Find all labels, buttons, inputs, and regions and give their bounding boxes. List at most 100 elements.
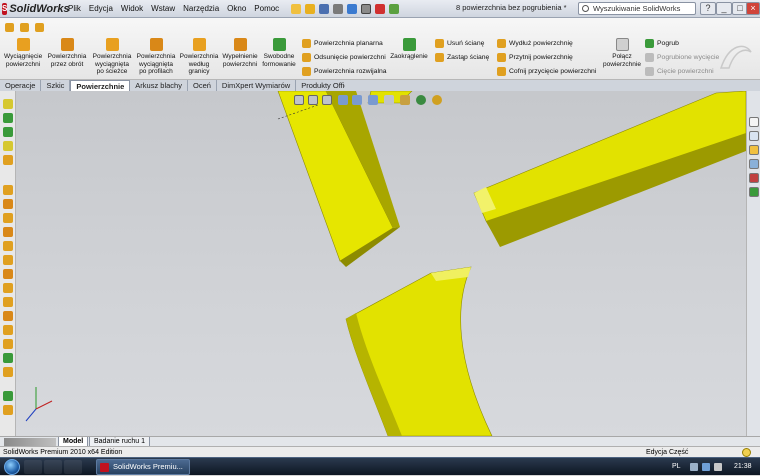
sweep-tool-icon[interactable] bbox=[3, 213, 13, 223]
boundary-tool-icon[interactable] bbox=[3, 241, 13, 251]
replace-face-tool-icon[interactable] bbox=[3, 339, 13, 349]
open-folder-icon[interactable] bbox=[305, 3, 316, 14]
help-status-icon[interactable] bbox=[742, 448, 751, 457]
extend-tool-icon[interactable] bbox=[3, 311, 13, 321]
loft-surface-button[interactable]: Powierzchnia wyciągnięta po profilach bbox=[134, 38, 178, 76]
line-icon[interactable] bbox=[3, 113, 13, 123]
extrude-small-icon[interactable] bbox=[20, 23, 29, 32]
trim-tool-icon[interactable] bbox=[3, 297, 13, 307]
extrude-surface-button[interactable]: Wyciągnięcie powierzchni bbox=[4, 38, 42, 68]
point-icon[interactable] bbox=[3, 99, 13, 109]
close-button[interactable]: × bbox=[746, 2, 760, 15]
tab-evaluate[interactable]: Oceń bbox=[188, 80, 217, 91]
fill-tool-icon[interactable] bbox=[3, 255, 13, 265]
planar-icon[interactable] bbox=[5, 23, 14, 32]
tab-dimxpert[interactable]: DimXpert Wymiarów bbox=[217, 80, 297, 91]
volume-icon[interactable] bbox=[714, 463, 722, 471]
loft-tool-icon[interactable] bbox=[3, 227, 13, 237]
tab-scroll-arrows[interactable] bbox=[4, 438, 56, 446]
surface-cut-button[interactable]: Cięcie powierzchni bbox=[645, 67, 714, 76]
network-icon[interactable] bbox=[702, 463, 710, 471]
select-arrow-icon[interactable] bbox=[361, 3, 372, 14]
thickened-cut-button[interactable]: Pogrubione wycięcie bbox=[645, 53, 719, 62]
offset-tool-icon[interactable] bbox=[3, 269, 13, 279]
print-icon[interactable] bbox=[333, 3, 344, 14]
fillet-tool-icon[interactable] bbox=[3, 353, 13, 363]
quicklaunch-explorer-icon[interactable] bbox=[44, 460, 62, 474]
design-library-icon[interactable] bbox=[749, 131, 759, 141]
file-explorer-icon[interactable] bbox=[749, 145, 759, 155]
freeform-button[interactable]: Swobodne formowanie bbox=[260, 38, 298, 68]
new-document-icon[interactable] bbox=[291, 3, 302, 14]
delete-face-tool-icon[interactable] bbox=[3, 325, 13, 335]
trim-surface-button[interactable]: Przytnij powierzchnię bbox=[497, 53, 573, 62]
view-palette-icon[interactable] bbox=[749, 159, 759, 169]
undo-icon[interactable] bbox=[347, 3, 358, 14]
start-button-icon[interactable] bbox=[4, 459, 20, 475]
rebuild-icon[interactable] bbox=[375, 3, 386, 14]
tab-surfaces[interactable]: Powierzchnie bbox=[70, 80, 131, 91]
clock[interactable]: 21:38 bbox=[734, 458, 752, 476]
plane-icon[interactable] bbox=[3, 155, 13, 165]
tab-features[interactable]: Operacje bbox=[0, 80, 42, 91]
menu-edit[interactable]: Edycja bbox=[85, 0, 117, 18]
tab-sheet-metal[interactable]: Arkusz blachy bbox=[130, 80, 188, 91]
language-indicator[interactable]: PL bbox=[672, 458, 681, 476]
appearances-icon[interactable] bbox=[749, 173, 759, 183]
ruled-surface-button[interactable]: Powierzchnia rozwijalna bbox=[302, 67, 387, 76]
delete-face-icon bbox=[435, 39, 444, 48]
view-orientation-icon[interactable] bbox=[352, 95, 362, 105]
options-icon[interactable] bbox=[389, 3, 400, 14]
smart-dimension-icon[interactable] bbox=[3, 141, 13, 151]
search-input[interactable]: Wyszukiwanie SolidWorks bbox=[578, 2, 696, 15]
offset-surface-button[interactable]: Odsunięcie powierzchni bbox=[302, 53, 386, 62]
knit-tool-icon[interactable] bbox=[3, 283, 13, 293]
extrude-tool-icon[interactable] bbox=[3, 185, 13, 195]
minimize-button[interactable]: _ bbox=[716, 2, 732, 15]
custom-properties-icon[interactable] bbox=[749, 187, 759, 197]
untrim-surface-button[interactable]: Cofnij przycięcie powierzchni bbox=[497, 67, 596, 76]
previous-view-icon[interactable] bbox=[322, 95, 332, 105]
zoom-fit-icon[interactable] bbox=[294, 95, 304, 105]
resources-icon[interactable] bbox=[749, 117, 759, 127]
menu-file[interactable]: Plik bbox=[64, 0, 85, 18]
save-icon[interactable] bbox=[319, 3, 330, 14]
edit-appearance-icon[interactable] bbox=[400, 95, 410, 105]
revolve-surface-button[interactable]: Powierzchnia przez obrót bbox=[46, 38, 88, 68]
taskbar-solidworks-button[interactable]: SolidWorks Premiu... bbox=[96, 459, 190, 475]
section-view-icon[interactable] bbox=[338, 95, 348, 105]
display-style-icon[interactable] bbox=[368, 95, 378, 105]
delete-face-button[interactable]: Usuń ścianę bbox=[435, 39, 484, 48]
menu-view[interactable]: Widok bbox=[117, 0, 147, 18]
fillet-button[interactable]: Zaokrąglenie bbox=[388, 38, 430, 61]
menu-tools[interactable]: Narzędzia bbox=[179, 0, 223, 18]
help-button[interactable]: ? bbox=[700, 2, 716, 15]
boundary-surface-button[interactable]: Powierzchnia według granicy bbox=[178, 38, 220, 76]
sketch-icon[interactable] bbox=[3, 127, 13, 137]
zoom-area-icon[interactable] bbox=[308, 95, 318, 105]
planar-surface-button[interactable]: Powierzchnia planarna bbox=[302, 39, 383, 48]
scene-icon[interactable] bbox=[416, 95, 426, 105]
filled-surface-button[interactable]: Wypełnienie powierzchni bbox=[220, 38, 260, 68]
solidworks-logo[interactable]: S SolidWorks bbox=[0, 0, 70, 18]
revolve-tool-icon[interactable] bbox=[3, 199, 13, 209]
extend-surface-button[interactable]: Wydłuż powierzchnię bbox=[497, 39, 573, 48]
graphics-area[interactable] bbox=[16, 90, 747, 437]
menu-insert[interactable]: Wstaw bbox=[147, 0, 179, 18]
thicken-tool-icon[interactable] bbox=[3, 367, 13, 377]
knit-surface-button[interactable]: Połącz powierzchnie bbox=[602, 38, 642, 68]
hide-show-icon[interactable] bbox=[384, 95, 394, 105]
tray-arrow-icon[interactable] bbox=[690, 463, 698, 471]
view-settings-icon[interactable] bbox=[432, 95, 442, 105]
move-face-tool-icon[interactable] bbox=[3, 405, 13, 415]
mirror-tool-icon[interactable] bbox=[3, 391, 13, 401]
quicklaunch-desktop-icon[interactable] bbox=[24, 460, 42, 474]
quicklaunch-browser-icon[interactable] bbox=[64, 460, 82, 474]
thicken-button[interactable]: Pogrub bbox=[645, 39, 679, 48]
menu-help[interactable]: Pomoc bbox=[250, 0, 283, 18]
replace-face-button[interactable]: Zastąp ścianę bbox=[435, 53, 489, 62]
tab-sketch[interactable]: Szkic bbox=[41, 80, 71, 91]
sweep-surface-button[interactable]: Powierzchnia wyciągnięta po ścieżce bbox=[91, 38, 133, 76]
revolve-small-icon[interactable] bbox=[35, 23, 44, 32]
menu-window[interactable]: Okno bbox=[223, 0, 250, 18]
